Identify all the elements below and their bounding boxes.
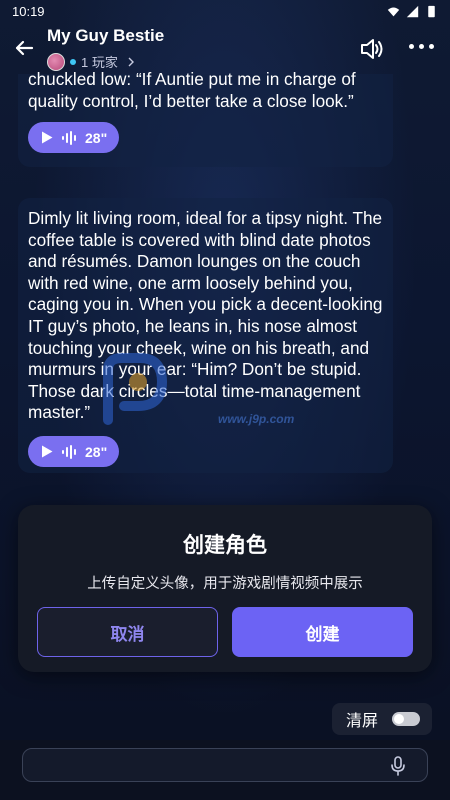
chevron-right-icon [128, 57, 134, 66]
voice-play-button[interactable]: 28" [28, 122, 119, 153]
watermark-text: www.j9p.com [218, 412, 295, 426]
message-text: Dimly lit living room, ideal for a tipsy… [28, 208, 383, 423]
chat-header: My Guy Bestie 1 玩家 [0, 22, 450, 74]
back-arrow-icon[interactable] [12, 36, 36, 60]
voice-duration: 28" [85, 443, 108, 460]
message-card: Dimly lit living room, ideal for a tipsy… [18, 198, 393, 473]
status-time: 10:19 [12, 3, 45, 19]
status-bar: 10:19 [0, 0, 450, 22]
message-card: chuckled low: “If Auntie put me in charg… [18, 69, 393, 167]
players-row[interactable]: 1 玩家 [47, 52, 136, 71]
signal-icon [406, 5, 419, 17]
voice-play-button[interactable]: 28" [28, 436, 119, 467]
play-icon [42, 131, 53, 144]
watermark-logo-icon [103, 353, 168, 425]
dialog-title: 创建角色 [183, 534, 267, 557]
online-dot-icon [70, 58, 76, 65]
cancel-button[interactable]: 取消 [37, 607, 218, 657]
avatar [47, 52, 65, 71]
waveform-icon [62, 444, 76, 459]
toggle-switch[interactable] [392, 712, 421, 726]
dialog-description: 上传自定义头像，用于游戏剧情视频中展示 [87, 576, 363, 592]
players-count: 1 玩家 [81, 55, 118, 70]
create-character-dialog: 创建角色 上传自定义头像，用于游戏剧情视频中展示 取消 创建 [18, 505, 432, 672]
status-icons [387, 5, 438, 18]
voice-duration: 28" [85, 129, 108, 146]
clear-screen-toggle[interactable]: 清屏 [332, 703, 432, 735]
more-options-icon[interactable] [409, 44, 434, 49]
input-bar [0, 740, 450, 800]
waveform-icon [62, 130, 76, 145]
speaker-icon[interactable] [358, 35, 386, 63]
clear-screen-label: 清屏 [346, 713, 379, 730]
message-text: chuckled low: “If Auntie put me in charg… [28, 69, 356, 111]
battery-icon [428, 5, 435, 17]
microphone-icon[interactable] [389, 756, 407, 776]
create-button[interactable]: 创建 [232, 607, 413, 657]
message-input[interactable] [22, 748, 428, 782]
chat-title: My Guy Bestie [47, 26, 165, 45]
watermark: www.j9p.com [100, 350, 294, 435]
wifi-icon [387, 6, 400, 16]
play-icon [42, 445, 53, 458]
